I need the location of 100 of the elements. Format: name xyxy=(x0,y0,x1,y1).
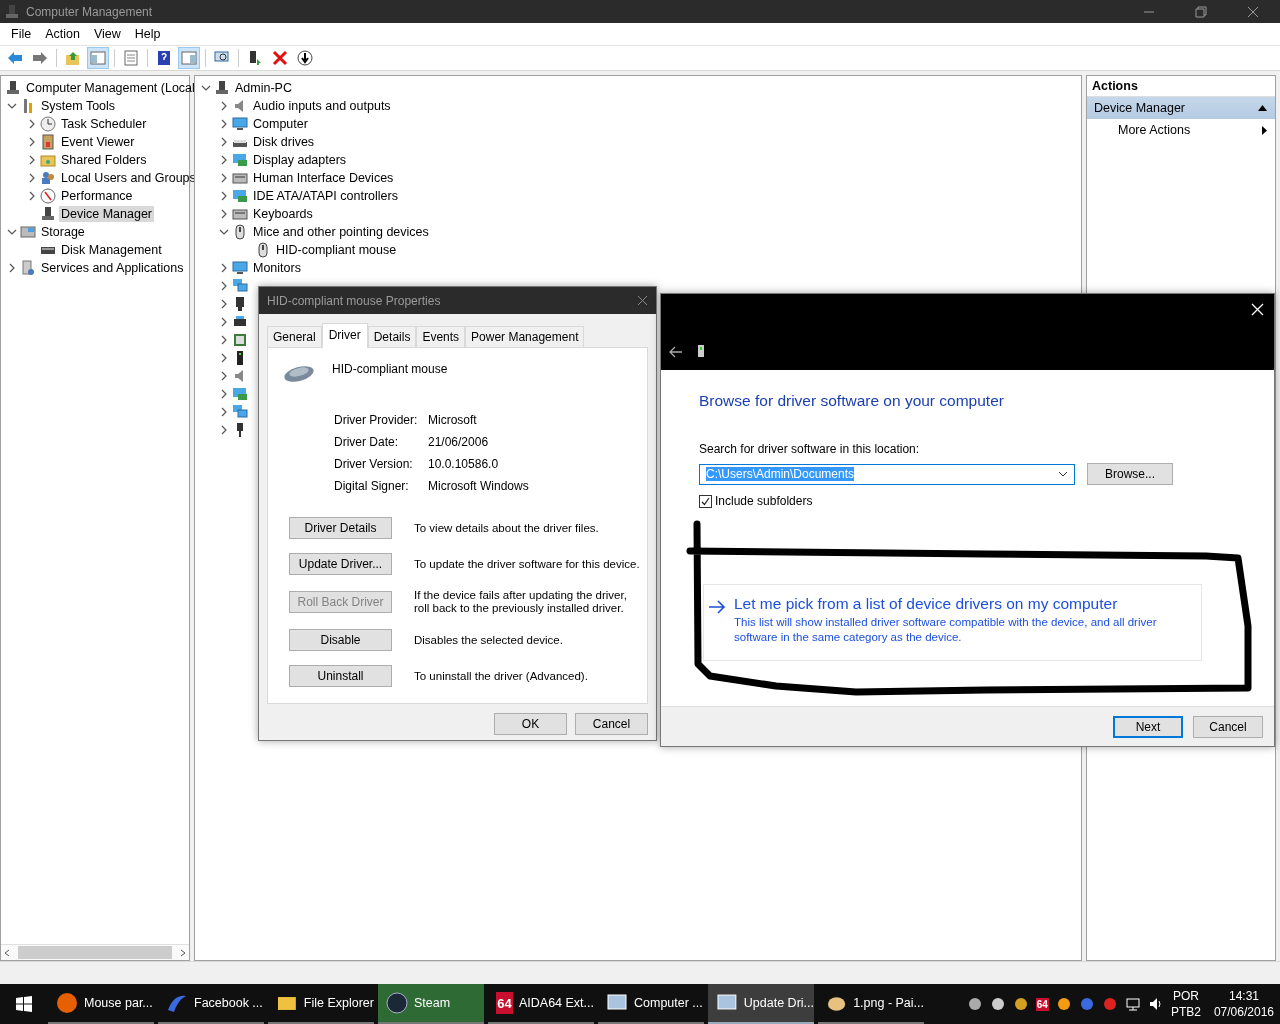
mouse-icon xyxy=(232,224,248,240)
tree-item[interactable]: Display adapters xyxy=(251,152,349,168)
download-button[interactable] xyxy=(294,47,316,69)
windows-icon xyxy=(16,996,32,1012)
wizard-heading: Browse for driver software on your computer xyxy=(699,392,1005,410)
location-label: Search for driver software in this location: xyxy=(699,442,921,456)
wizard-button[interactable]: Next xyxy=(1113,715,1183,738)
tray-icon[interactable] xyxy=(1055,996,1072,1012)
driver-action-button[interactable]: Uninstall xyxy=(289,665,392,687)
info-label: Driver Version: xyxy=(334,457,414,471)
action-description: To view details about the driver files. xyxy=(414,521,600,535)
action-item[interactable]: More Actions xyxy=(1087,119,1275,141)
dialog-button[interactable]: OK xyxy=(494,713,567,735)
checkbox[interactable] xyxy=(699,494,712,508)
tree-item[interactable]: Keyboards xyxy=(251,206,315,222)
taskbar-button[interactable]: Computer ... xyxy=(598,984,704,1024)
option-title: Let me pick from a list of device drivers on my computer xyxy=(734,595,1119,613)
tree-item[interactable]: Admin-PC xyxy=(233,80,294,96)
tree-item[interactable]: Shared Folders xyxy=(59,152,149,168)
tree-item[interactable]: Monitors xyxy=(251,260,303,276)
tree-item[interactable]: Audio inputs and outputs xyxy=(251,98,393,114)
tree-item[interactable]: Disk drives xyxy=(251,134,317,150)
tree-item[interactable]: Local Users and Groups xyxy=(59,170,198,186)
taskbar-button[interactable]: 1.png - Pai... xyxy=(818,984,924,1024)
users-icon xyxy=(40,170,56,186)
dialog-button[interactable]: Cancel xyxy=(575,713,648,735)
device-icon xyxy=(697,344,705,358)
steam-icon xyxy=(386,992,408,1014)
back-arrow-icon[interactable] xyxy=(669,346,683,358)
book-icon xyxy=(40,134,56,150)
device-name: HID-compliant mouse xyxy=(332,362,448,376)
tree-item[interactable]: Performance xyxy=(59,188,135,204)
tab[interactable]: General xyxy=(267,326,322,347)
tray-icon[interactable] xyxy=(1012,996,1029,1012)
tree-item[interactable]: Mice and other pointing devices xyxy=(251,224,431,240)
chip-icon xyxy=(232,332,248,348)
pick-driver-option[interactable]: Let me pick from a list of device drivers on my computer This list will show installed driver software compatible with the device, and all driver software in the same category as the device. xyxy=(703,584,1202,661)
tree-item[interactable]: Computer Management (Local xyxy=(24,80,197,96)
tab[interactable]: Power Management xyxy=(465,326,585,347)
menu-item[interactable]: Action xyxy=(38,27,87,41)
menu-item[interactable]: File xyxy=(4,27,39,41)
tree-item[interactable]: Storage xyxy=(39,224,87,240)
tree-item[interactable]: Event Viewer xyxy=(59,134,137,150)
network-icon[interactable] xyxy=(1124,996,1141,1012)
taskbar-button[interactable]: File Explorer xyxy=(268,984,374,1024)
tree-item[interactable]: HID-compliant mouse xyxy=(274,242,399,258)
input-language[interactable]: POR PTB2 xyxy=(1170,988,1201,1020)
actions-section[interactable]: Device Manager xyxy=(1087,97,1275,119)
browse-button[interactable]: Browse... xyxy=(1087,463,1173,485)
wizard-button[interactable]: Cancel xyxy=(1193,715,1263,738)
tray-icon[interactable]: 64 xyxy=(1035,997,1049,1011)
forward-arrow-icon xyxy=(32,50,48,66)
option-description: This list will show installed driver software compatible with the device, and all driver software in the same category as the device. xyxy=(734,615,1158,645)
driver-action-button[interactable]: Update Driver... xyxy=(289,553,392,575)
tree-item[interactable]: Services and Applications xyxy=(39,260,186,276)
computer-management-icon xyxy=(4,3,20,20)
tray-icon[interactable] xyxy=(989,996,1006,1012)
restore-icon[interactable] xyxy=(1195,5,1207,18)
tab[interactable]: Driver xyxy=(321,323,368,348)
info-label: Driver Date: xyxy=(334,435,399,449)
taskbar-button[interactable]: Update Dri... xyxy=(708,984,814,1024)
close-icon xyxy=(272,50,288,66)
taskbar-button[interactable]: Steam xyxy=(378,984,484,1024)
tab[interactable]: Events xyxy=(416,326,466,347)
tree-item[interactable]: IDE ATA/ATAPI controllers xyxy=(251,188,400,204)
adapter-card-icon xyxy=(232,188,248,204)
tree-item[interactable]: Computer xyxy=(251,116,310,132)
dialog-title: HID-compliant mouse Properties xyxy=(267,293,441,308)
submenu-arrow-icon xyxy=(1262,125,1267,135)
folder-up-icon xyxy=(65,50,81,66)
tree-item[interactable]: Task Scheduler xyxy=(59,116,149,132)
info-value: Microsoft Windows xyxy=(428,479,530,493)
scroll-right-icon[interactable] xyxy=(180,948,186,957)
window-title: Computer Management xyxy=(26,4,154,19)
scroll-bar[interactable] xyxy=(1,944,189,960)
taskbar-button[interactable]: Mouse par... xyxy=(48,984,154,1024)
adapter-card-icon xyxy=(232,386,248,402)
driver-action-button[interactable]: Disable xyxy=(289,629,392,651)
taskbar-button[interactable]: Facebook ... xyxy=(158,984,264,1024)
menu-item[interactable]: View xyxy=(86,27,128,41)
driver-action-button[interactable]: Driver Details xyxy=(289,517,392,539)
scroll-left-icon[interactable] xyxy=(4,948,10,957)
taskbar-button[interactable]: 64 AIDA64 Ext... xyxy=(488,984,594,1024)
tree-item[interactable]: Human Interface Devices xyxy=(251,170,396,186)
tab[interactable]: Details xyxy=(367,326,417,347)
tree-item[interactable]: Disk Management xyxy=(59,242,164,258)
menu-item[interactable]: Help xyxy=(127,27,168,41)
mouse-icon xyxy=(255,242,271,258)
folder-icon xyxy=(40,152,56,168)
info-value: 21/06/2006 xyxy=(428,435,490,449)
adapter-card-icon xyxy=(232,152,248,168)
tree-item[interactable]: Device Manager xyxy=(59,206,154,222)
app-icon: 64 xyxy=(496,992,513,1014)
clock-icon xyxy=(40,116,56,132)
clock[interactable]: 14:31 07/06/2016 xyxy=(1213,988,1274,1020)
tree-item[interactable]: System Tools xyxy=(39,98,118,114)
volume-icon[interactable] xyxy=(1147,996,1164,1012)
device-update-icon xyxy=(247,50,263,66)
tray-icon[interactable] xyxy=(966,996,983,1012)
monitor-icon xyxy=(232,260,248,276)
